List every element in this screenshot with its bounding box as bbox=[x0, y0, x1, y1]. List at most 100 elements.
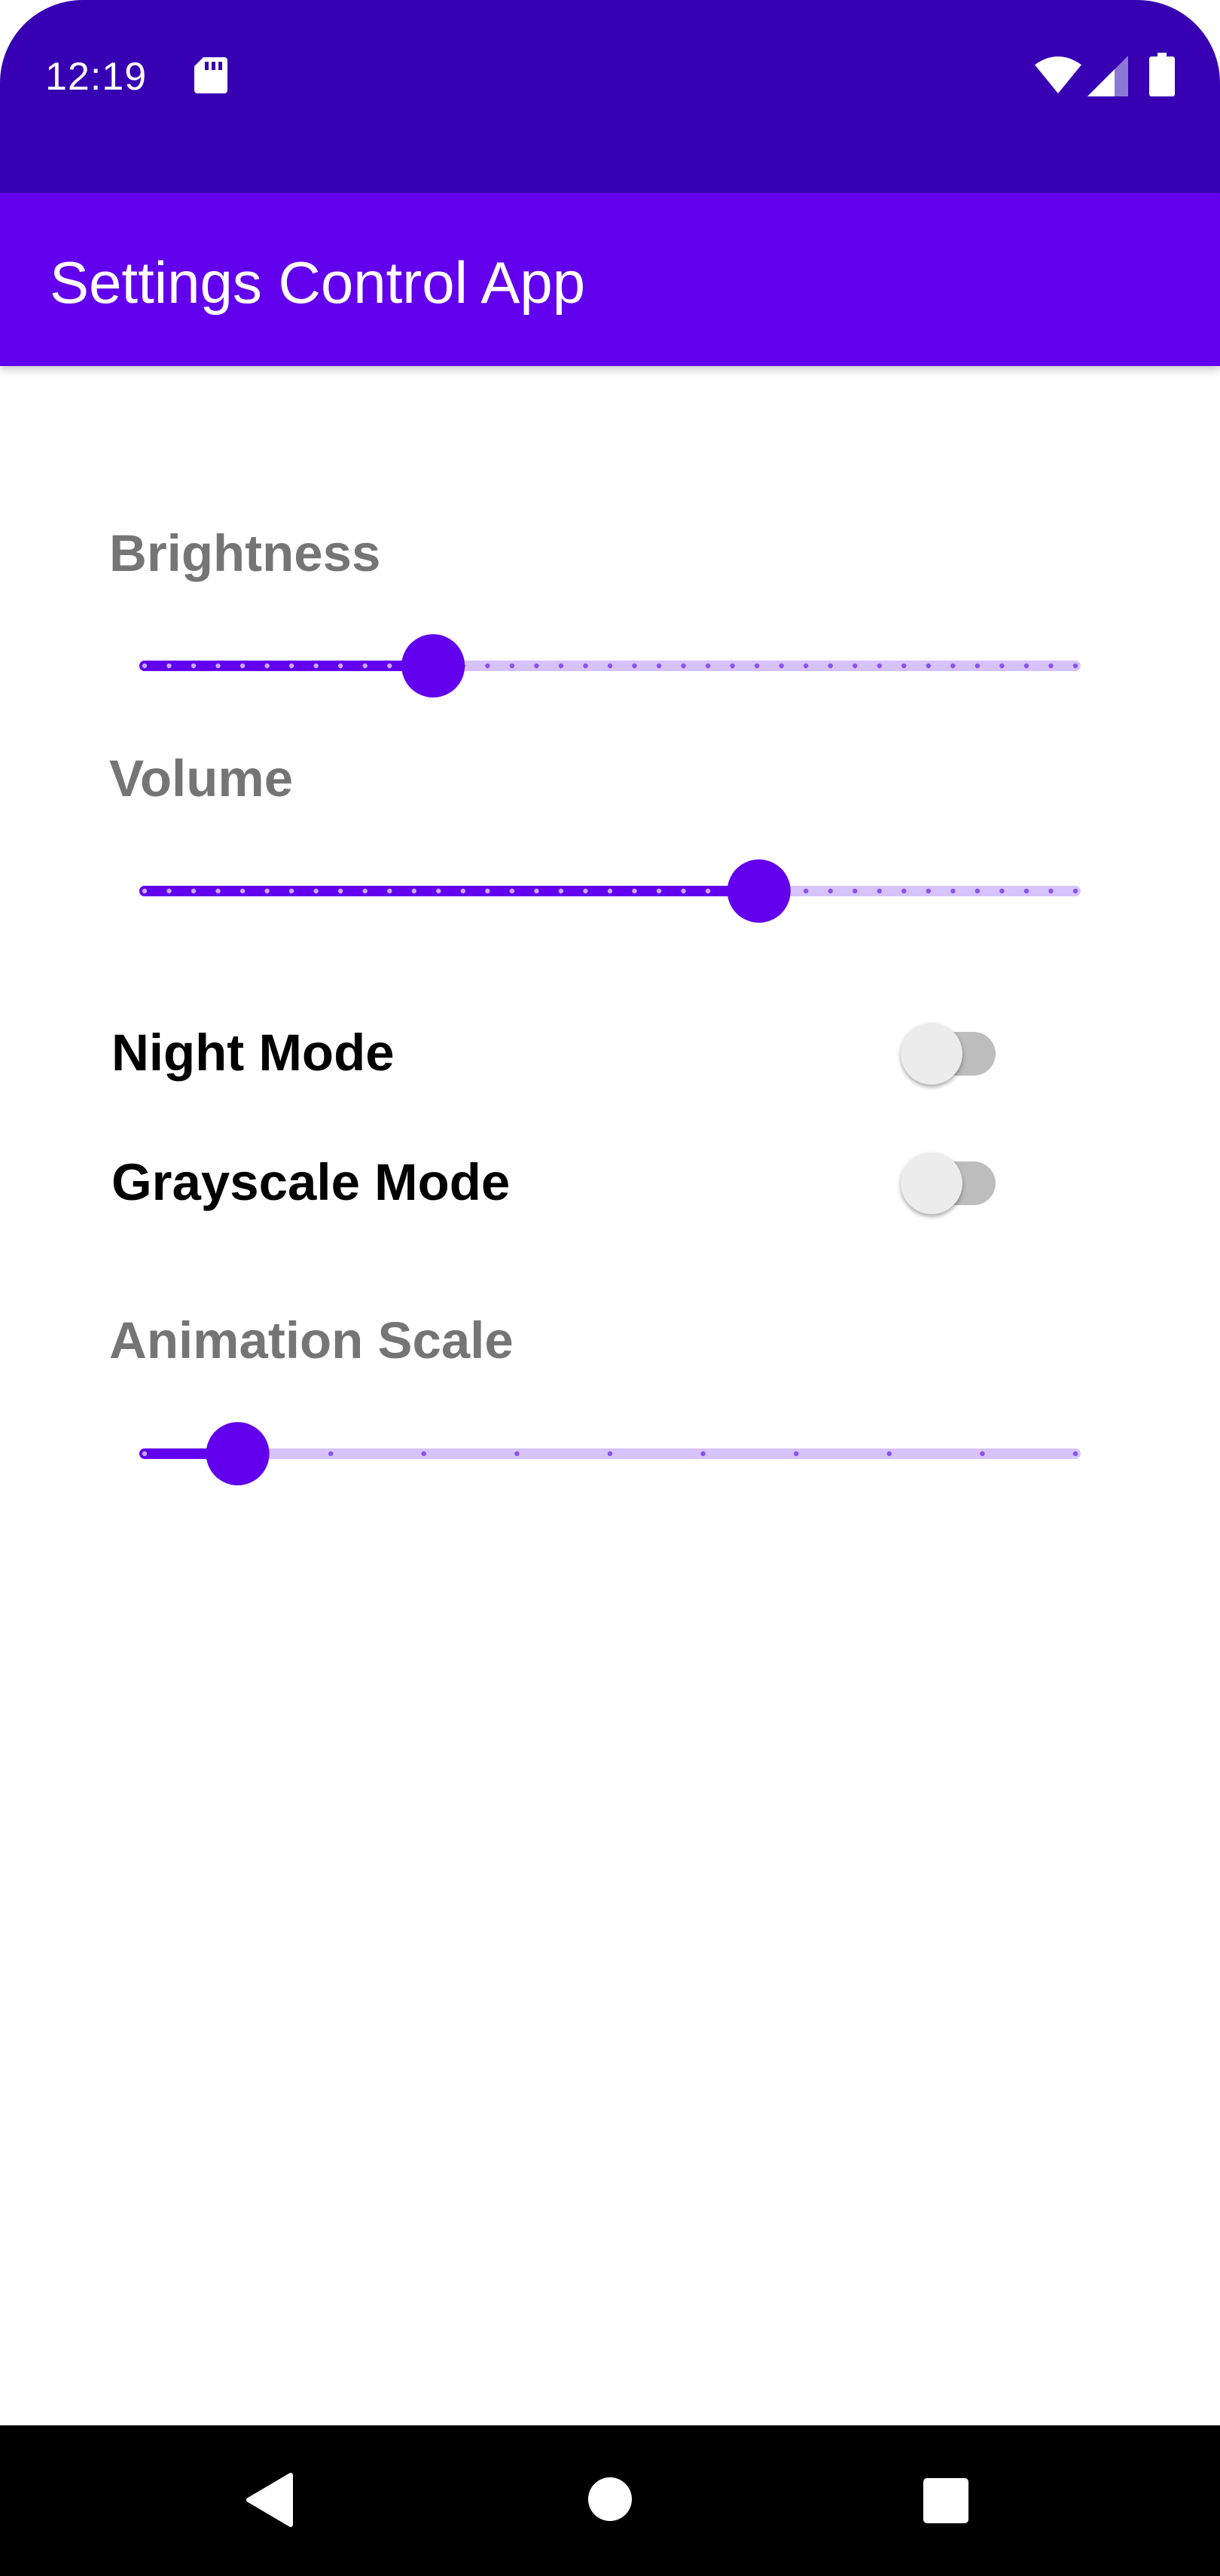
slider-tick bbox=[877, 663, 882, 669]
night-mode-switch[interactable] bbox=[901, 1011, 999, 1085]
slider-tick bbox=[999, 888, 1005, 894]
app-bar: Settings Control App bbox=[0, 193, 1220, 366]
slider-tick bbox=[387, 888, 392, 894]
slider-tick bbox=[974, 663, 981, 669]
animation-scale-slider[interactable] bbox=[139, 1422, 1081, 1485]
slider-tick bbox=[852, 888, 858, 894]
slider-tick bbox=[926, 888, 932, 894]
slider-tick bbox=[485, 663, 490, 669]
slider-tick bbox=[632, 888, 637, 894]
slider-tick bbox=[239, 888, 246, 894]
slider-tick bbox=[980, 1451, 985, 1457]
slider-tick bbox=[338, 663, 343, 669]
screen: 12:19 Settings Control App Brightness Vo… bbox=[0, 0, 1220, 2576]
slider-tick bbox=[362, 663, 368, 669]
slider-tick bbox=[387, 663, 392, 669]
volume-label: Volume bbox=[109, 749, 294, 807]
slider-graphic bbox=[139, 1422, 1081, 1485]
slider-tick bbox=[485, 888, 490, 894]
brightness-slider[interactable] bbox=[139, 634, 1081, 697]
slider-tick bbox=[754, 663, 760, 669]
slider-tick bbox=[852, 663, 858, 669]
slider-tick bbox=[681, 888, 686, 894]
slider-tick bbox=[583, 888, 588, 894]
slider-tick bbox=[730, 663, 735, 669]
slider-tick bbox=[794, 1451, 799, 1457]
recents-icon[interactable] bbox=[923, 2478, 968, 2527]
slider-tick bbox=[1023, 888, 1029, 894]
slider-tick bbox=[313, 888, 319, 894]
slider-tick bbox=[514, 1451, 520, 1457]
slider-tick bbox=[142, 888, 148, 894]
navigation-bar bbox=[0, 2425, 1220, 2576]
slider-tick bbox=[313, 663, 319, 669]
night-mode-label: Night Mode bbox=[111, 1024, 395, 1082]
slider-tick bbox=[999, 663, 1005, 669]
slider-tick bbox=[215, 663, 221, 669]
slider-thumb[interactable] bbox=[401, 634, 465, 697]
cell-signal-icon bbox=[1087, 56, 1128, 100]
grayscale-mode-switch-thumb bbox=[901, 1152, 962, 1214]
slider-tick bbox=[705, 663, 711, 669]
slider-tick bbox=[460, 888, 466, 894]
slider-tick bbox=[362, 888, 368, 894]
animation-scale-label: Animation Scale bbox=[109, 1311, 514, 1369]
slider-tick bbox=[534, 663, 539, 669]
slider-tick bbox=[534, 888, 539, 894]
slider-tick bbox=[950, 888, 956, 894]
slider-tick bbox=[191, 663, 197, 669]
slider-tick bbox=[288, 888, 294, 894]
night-mode-switch-thumb bbox=[901, 1023, 962, 1085]
slider-tick bbox=[974, 888, 981, 894]
slider-thumb[interactable] bbox=[727, 859, 791, 923]
slider-tick bbox=[705, 888, 711, 894]
status-time: 12:19 bbox=[45, 55, 148, 99]
slider-tick bbox=[264, 888, 270, 894]
slider-tick bbox=[411, 888, 416, 894]
slider-tick bbox=[656, 663, 662, 669]
slider-tick bbox=[681, 663, 686, 669]
slider-tick bbox=[142, 663, 148, 669]
slider-tick bbox=[804, 663, 809, 669]
slider-tick bbox=[338, 888, 343, 894]
back-icon[interactable] bbox=[246, 2472, 294, 2532]
slider-tick bbox=[1072, 663, 1078, 669]
slider-tick bbox=[1048, 888, 1054, 894]
slider-tick bbox=[166, 663, 172, 669]
slider-tick bbox=[509, 888, 515, 894]
slider-tick bbox=[828, 888, 833, 894]
slider-tick bbox=[632, 663, 637, 669]
slider-tick bbox=[950, 663, 956, 669]
battery-icon bbox=[1149, 53, 1175, 100]
slider-tick bbox=[607, 663, 613, 669]
status-bar: 12:19 bbox=[0, 0, 1220, 193]
slider-tick bbox=[1048, 663, 1054, 669]
home-icon[interactable] bbox=[587, 2477, 633, 2526]
slider-tick bbox=[700, 1451, 706, 1457]
slider-tick bbox=[509, 663, 515, 669]
slider-tick bbox=[1072, 1451, 1078, 1457]
wifi-icon bbox=[1035, 56, 1081, 97]
slider-tick bbox=[656, 888, 662, 894]
slider-tick bbox=[239, 663, 246, 669]
slider-tick bbox=[877, 888, 882, 894]
sd-card-icon bbox=[194, 57, 227, 97]
slider-tick bbox=[583, 663, 588, 669]
slider-tick bbox=[264, 663, 270, 669]
slider-tick bbox=[901, 663, 907, 669]
grayscale-mode-label: Grayscale Mode bbox=[111, 1153, 511, 1211]
slider-tick bbox=[328, 1451, 334, 1457]
slider-tick bbox=[804, 888, 809, 894]
slider-tick bbox=[421, 1451, 426, 1457]
slider-graphic bbox=[139, 859, 1081, 923]
volume-slider[interactable] bbox=[139, 859, 1081, 923]
app-title: Settings Control App bbox=[50, 249, 586, 316]
slider-tick bbox=[558, 888, 564, 894]
slider-thumb[interactable] bbox=[206, 1422, 270, 1485]
slider-tick bbox=[191, 888, 197, 894]
slider-tick bbox=[886, 1451, 892, 1457]
grayscale-mode-switch[interactable] bbox=[901, 1140, 999, 1214]
brightness-label: Brightness bbox=[109, 524, 381, 582]
slider-tick bbox=[558, 663, 564, 669]
slider-graphic bbox=[139, 634, 1081, 697]
